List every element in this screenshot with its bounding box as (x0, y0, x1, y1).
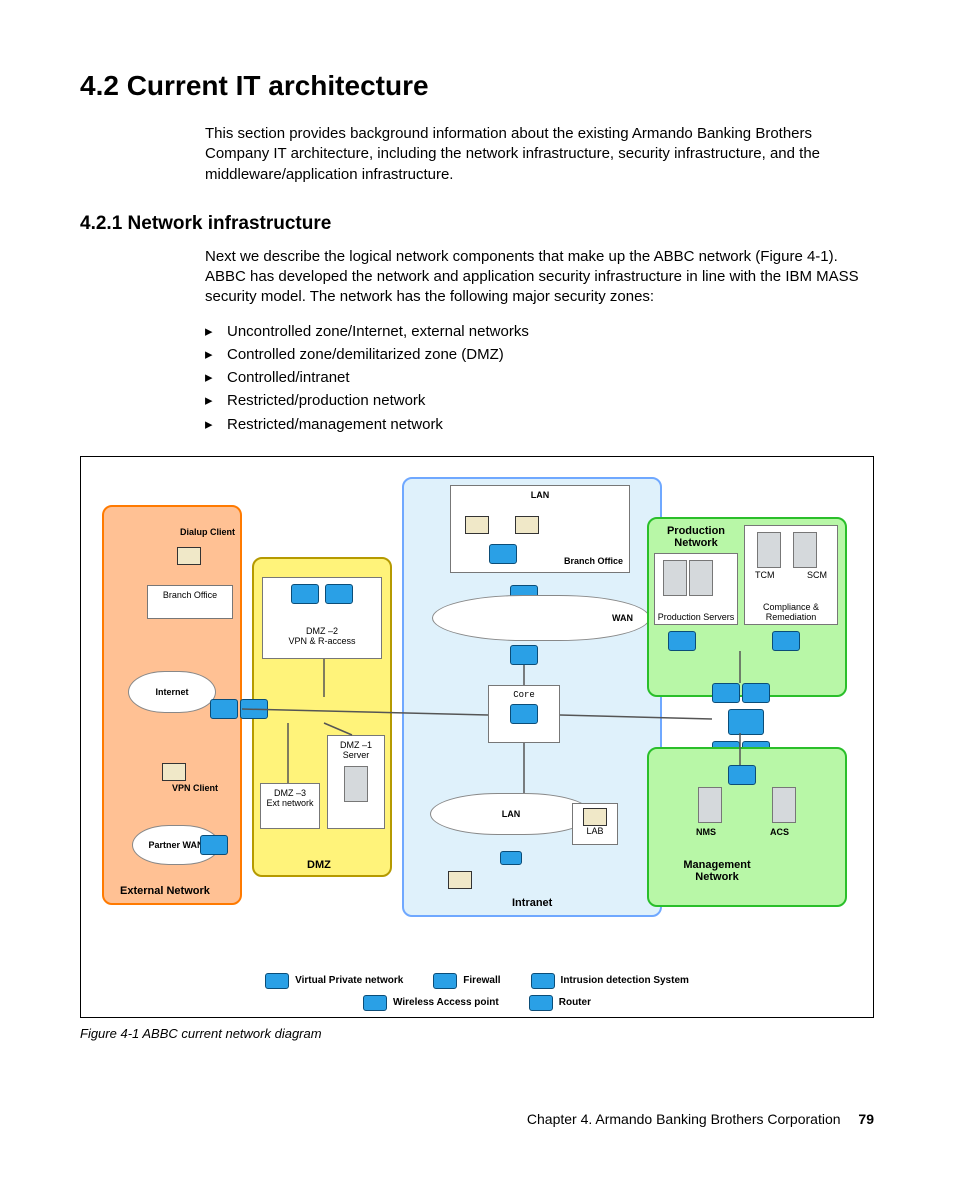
server-icon (689, 560, 713, 596)
legend-label: Virtual Private network (295, 975, 403, 986)
box-lab: LAB (572, 803, 618, 845)
server-icon (793, 532, 817, 568)
switch-icon (772, 631, 800, 651)
ids-icon (240, 699, 268, 719)
list-item: Uncontrolled zone/Internet, external net… (205, 320, 874, 343)
laptop-icon (177, 547, 201, 565)
zone-label-production: Production Network (656, 525, 736, 549)
figure-caption: Figure 4-1 ABBC current network diagram (80, 1026, 874, 1041)
list-item: Restricted/management network (205, 413, 874, 436)
label-dmz1b: Server (330, 750, 382, 760)
switch-icon (668, 631, 696, 651)
label-dialup: Dialup Client (180, 527, 235, 537)
server-icon (757, 532, 781, 568)
zone-label-intranet: Intranet (512, 897, 552, 909)
switch-icon (489, 544, 517, 564)
legend-label: Router (559, 997, 591, 1008)
box-core: Core (488, 685, 560, 743)
footer-page-number: 79 (858, 1111, 874, 1127)
zone-label-dmz: DMZ (307, 859, 331, 871)
label-dmz3: DMZ –3 (263, 788, 317, 798)
list-item: Controlled/intranet (205, 366, 874, 389)
legend-router: Router (529, 995, 591, 1011)
label-prod-servers: Production Servers (655, 612, 737, 622)
label-vpn-client: VPN Client (172, 783, 218, 793)
label-nms: NMS (696, 827, 716, 837)
subsection-heading: 4.2.1 Network infrastructure (80, 213, 874, 235)
vpn-icon (325, 584, 353, 604)
firewall-icon (210, 699, 238, 719)
legend-row-2: Wireless Access point Router (87, 995, 867, 1011)
ids-icon (742, 683, 770, 703)
box-dmz1: DMZ –1 Server (327, 735, 385, 829)
legend-ids: Intrusion detection System (531, 973, 689, 989)
zone-label-external: External Network (120, 885, 210, 897)
label-lab: LAB (575, 826, 615, 836)
zone-label-management: Management Network (662, 859, 772, 883)
wap-icon (500, 851, 522, 865)
network-diagram: External Network Dialup Client Branch Of… (92, 467, 862, 967)
firewall-icon (433, 973, 457, 989)
pc-icon (465, 516, 489, 534)
legend-wap: Wireless Access point (363, 995, 499, 1011)
box-dmz3: DMZ –3 Ext network (260, 783, 320, 829)
page-footer: Chapter 4. Armando Banking Brothers Corp… (80, 1111, 874, 1127)
legend-label: Wireless Access point (393, 997, 499, 1008)
legend-label: Intrusion detection System (561, 975, 689, 986)
pc-icon (583, 808, 607, 826)
label-branch-office: Branch Office (163, 590, 217, 600)
label-dmz3b: Ext network (263, 798, 317, 808)
legend-label: Firewall (463, 975, 500, 986)
subsection-paragraph: Next we describe the logical network com… (80, 247, 874, 308)
list-item: Controlled zone/demilitarized zone (DMZ) (205, 343, 874, 366)
pc-icon (515, 516, 539, 534)
cloud-wan: WAN (432, 595, 650, 641)
router-icon (510, 645, 538, 665)
box-dmz2: DMZ –2 VPN & R-access (262, 577, 382, 659)
box-branch-lan: LAN Branch Office (450, 485, 630, 573)
legend-vpn: Virtual Private network (265, 973, 403, 989)
router-icon (529, 995, 553, 1011)
switch-icon (728, 765, 756, 785)
wap-icon (363, 995, 387, 1011)
router-icon (200, 835, 228, 855)
server-icon (772, 787, 796, 823)
label-core: Core (491, 690, 557, 700)
label-acs: ACS (770, 827, 789, 837)
label-dmz2: DMZ –2 (265, 626, 379, 636)
section-heading: 4.2 Current IT architecture (80, 70, 874, 102)
list-item: Restricted/production network (205, 389, 874, 412)
cloud-lan: LAN (430, 793, 592, 835)
legend-firewall: Firewall (433, 973, 500, 989)
figure-frame: External Network Dialup Client Branch Of… (80, 456, 874, 1018)
cloud-internet: Internet (128, 671, 216, 713)
laptop-icon (162, 763, 186, 781)
legend-row-1: Virtual Private network Firewall Intrusi… (87, 973, 867, 989)
server-icon (344, 766, 368, 802)
core-switch-icon (510, 704, 538, 724)
intro-paragraph: This section provides background informa… (80, 124, 874, 185)
ids-icon (531, 973, 555, 989)
zones-list: Uncontrolled zone/Internet, external net… (80, 320, 874, 436)
label-compliance: Compliance & Remediation (745, 602, 837, 622)
firewall-icon (712, 683, 740, 703)
vpn-icon (265, 973, 289, 989)
box-branch-office: Branch Office (147, 585, 233, 619)
label-lan: LAN (453, 490, 627, 500)
laptop-icon (448, 871, 472, 889)
label-branch-office2: Branch Office (564, 556, 623, 566)
label-scm: SCM (807, 570, 827, 580)
label-dmz2b: VPN & R-access (265, 636, 379, 646)
server-icon (663, 560, 687, 596)
box-prod-servers: Production Servers (654, 553, 738, 625)
box-compliance: TCM SCM Compliance & Remediation (744, 525, 838, 625)
core-switch-icon (728, 709, 764, 735)
footer-chapter: Chapter 4. Armando Banking Brothers Corp… (527, 1111, 841, 1127)
label-tcm: TCM (755, 570, 775, 580)
vpn-icon (291, 584, 319, 604)
server-icon (698, 787, 722, 823)
label-dmz1: DMZ –1 (330, 740, 382, 750)
